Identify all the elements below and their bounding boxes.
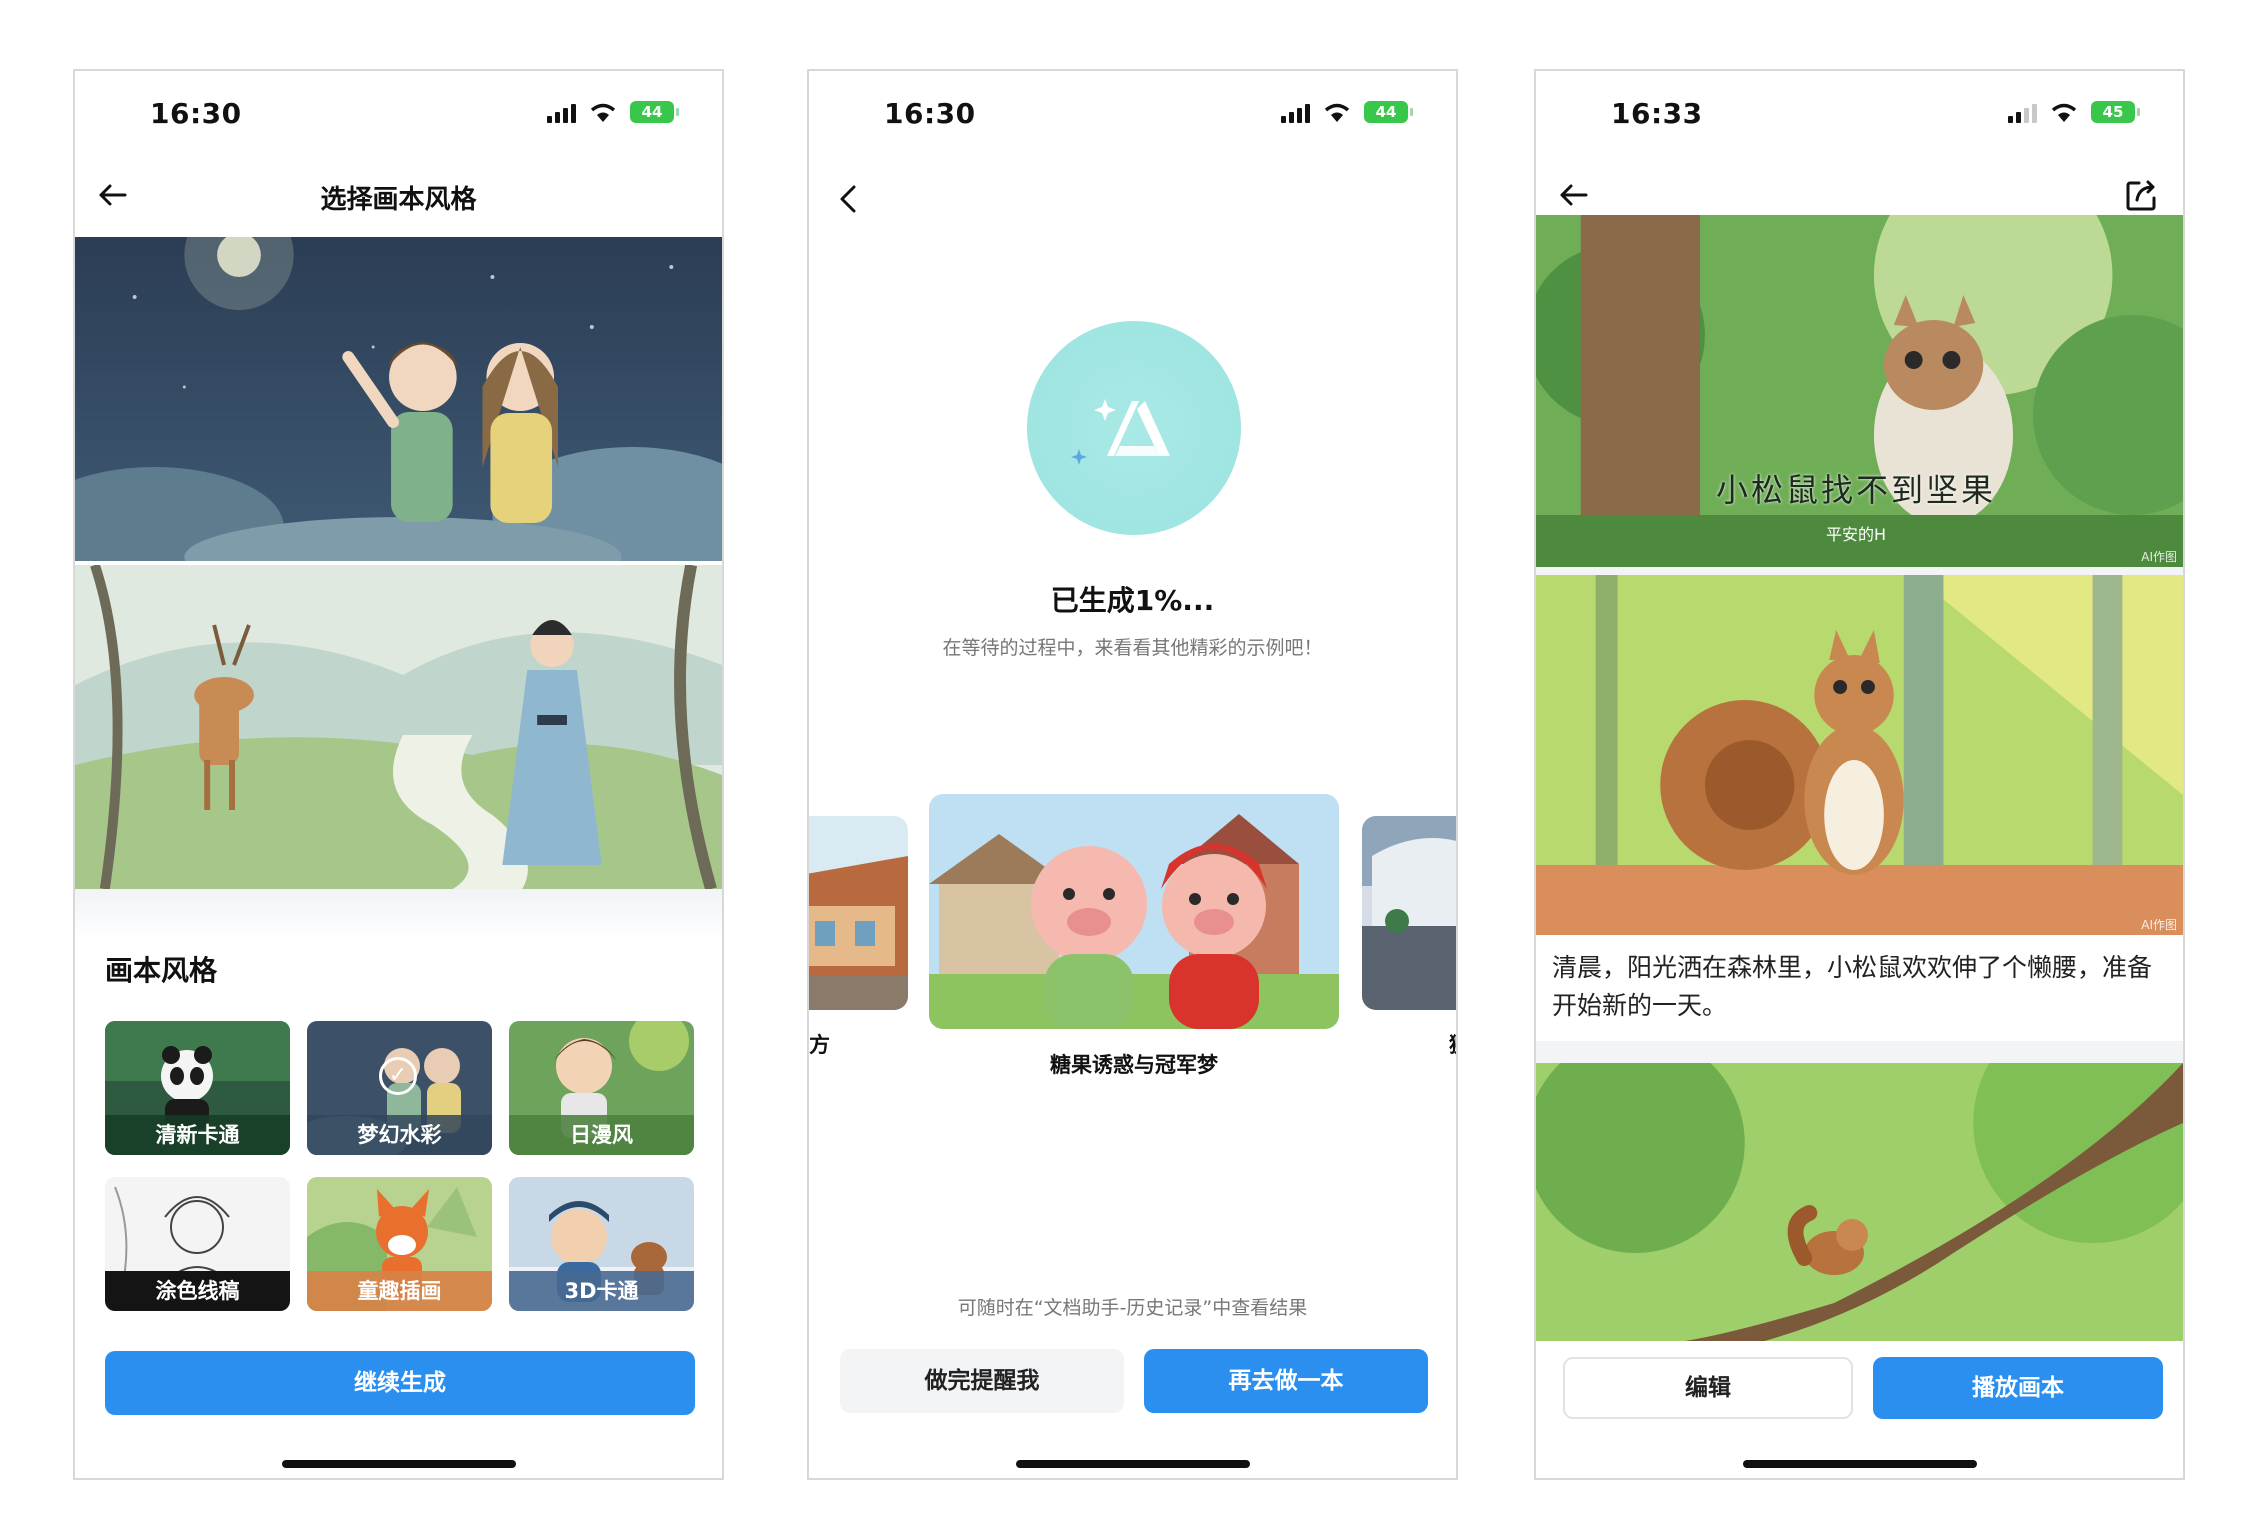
selected-check-icon: ✓ [379, 1057, 417, 1095]
story-text: 清晨，阳光洒在森林里，小松鼠欢欢伸了个懒腰，准备开始新的一天。 [1552, 953, 2153, 1020]
preview-image-night-sky [75, 237, 722, 561]
style-section-title: 画本风格 [105, 954, 218, 987]
play-storybook-button[interactable]: 播放画本 [1873, 1357, 2163, 1419]
battery-icon: 45 [2091, 101, 2140, 123]
page-title: 选择画本风格 [320, 185, 477, 215]
style-option-line-art[interactable]: 涂色线稿 [105, 1177, 290, 1311]
home-indicator [1015, 1460, 1250, 1468]
style-option-anime[interactable]: 日漫风 [509, 1021, 694, 1155]
style-label: 童趣插画 [307, 1271, 492, 1311]
carousel-next-caption: 狮 [1449, 1029, 1456, 1059]
phone-screen-generating: 16:30 44 已生成1%... 在等待的过程中，来看看其他精彩的示例吧！ 方 [807, 69, 1458, 1480]
status-time: 16:30 [884, 97, 976, 130]
share-icon[interactable] [2119, 173, 2163, 217]
cellular-signal-icon [1281, 103, 1310, 123]
phone-screen-storybook: 16:33 45 小松鼠找不到坚果 平安的H AI作图 AI作图 清晨，阳光洒在… [1534, 69, 2185, 1480]
preview-image-deer-scholar [75, 565, 722, 889]
battery-icon: 44 [630, 101, 679, 123]
ai-generated-tag: AI作图 [2141, 918, 2177, 932]
style-grid: 清新卡通 ✓ 梦幻水彩 日漫风 涂色线稿 童趣插画 3D卡通 [105, 1021, 695, 1311]
story-page-image-2 [1536, 1063, 2183, 1341]
style-option-fresh-cartoon[interactable]: 清新卡通 [105, 1021, 290, 1155]
style-option-kids-illustration[interactable]: 童趣插画 [307, 1177, 492, 1311]
progress-title: 已生成1%... [1050, 584, 1215, 617]
battery-icon: 44 [1364, 101, 1413, 123]
home-indicator [281, 1460, 516, 1468]
ai-logo-icon [1027, 321, 1241, 535]
phone-screen-style-select: 16:30 44 选择画本风格 画本风格 清新卡通 ✓ 梦幻水彩 日漫风 涂色线… [73, 69, 724, 1480]
status-time: 16:33 [1611, 97, 1703, 130]
image-divider [1536, 567, 2183, 575]
remind-me-button[interactable]: 做完提醒我 [840, 1349, 1124, 1413]
carousel-caption: 糖果诱惑与冠军梦 [1050, 1053, 1218, 1077]
wifi-icon [2051, 103, 2077, 122]
wifi-icon [1324, 103, 1350, 122]
carousel-prev-caption: 方 [809, 1033, 830, 1057]
continue-generate-button[interactable]: 继续生成 [105, 1351, 695, 1415]
status-bar: 16:30 44 [75, 71, 722, 151]
wifi-icon [590, 103, 616, 122]
make-another-button[interactable]: 再去做一本 [1144, 1349, 1428, 1413]
cover-author: 平安的H [1826, 525, 1887, 544]
carousel-card-next[interactable] [1362, 816, 1456, 1010]
carousel-card-current[interactable] [929, 794, 1339, 1029]
nav-bar [809, 151, 1456, 241]
style-option-dreamy-watercolor[interactable]: ✓ 梦幻水彩 [307, 1021, 492, 1155]
status-time: 16:30 [150, 97, 242, 130]
back-arrow-icon[interactable] [1552, 173, 1596, 217]
style-label: 涂色线稿 [105, 1271, 290, 1311]
section-separator [75, 889, 722, 939]
cellular-signal-icon [2008, 103, 2037, 123]
edit-button[interactable]: 编辑 [1563, 1357, 1853, 1419]
nav-bar: 选择画本风格 [75, 151, 722, 241]
ai-generated-tag: AI作图 [2141, 550, 2177, 564]
status-bar: 16:30 44 [809, 71, 1456, 151]
home-indicator [1742, 1460, 1977, 1468]
back-chevron-icon[interactable] [827, 177, 871, 221]
style-option-3d-cartoon[interactable]: 3D卡通 [509, 1177, 694, 1311]
cellular-signal-icon [547, 103, 576, 123]
page-divider [1536, 1041, 2183, 1063]
cover-title: 小松鼠找不到坚果 [1716, 471, 1997, 509]
style-label: 日漫风 [509, 1115, 694, 1155]
story-page-image: AI作图 [1536, 575, 2183, 935]
history-hint: 可随时在“文档助手-历史记录”中查看结果 [957, 1297, 1308, 1319]
style-label: 梦幻水彩 [307, 1115, 492, 1155]
progress-subtitle: 在等待的过程中，来看看其他精彩的示例吧！ [942, 637, 1323, 659]
carousel-card-prev[interactable] [809, 816, 908, 1010]
status-bar: 16:33 45 [1536, 71, 2183, 151]
style-label: 清新卡通 [105, 1115, 290, 1155]
story-cover-image: 小松鼠找不到坚果 平安的H AI作图 [1536, 215, 2183, 567]
style-label: 3D卡通 [509, 1271, 694, 1311]
